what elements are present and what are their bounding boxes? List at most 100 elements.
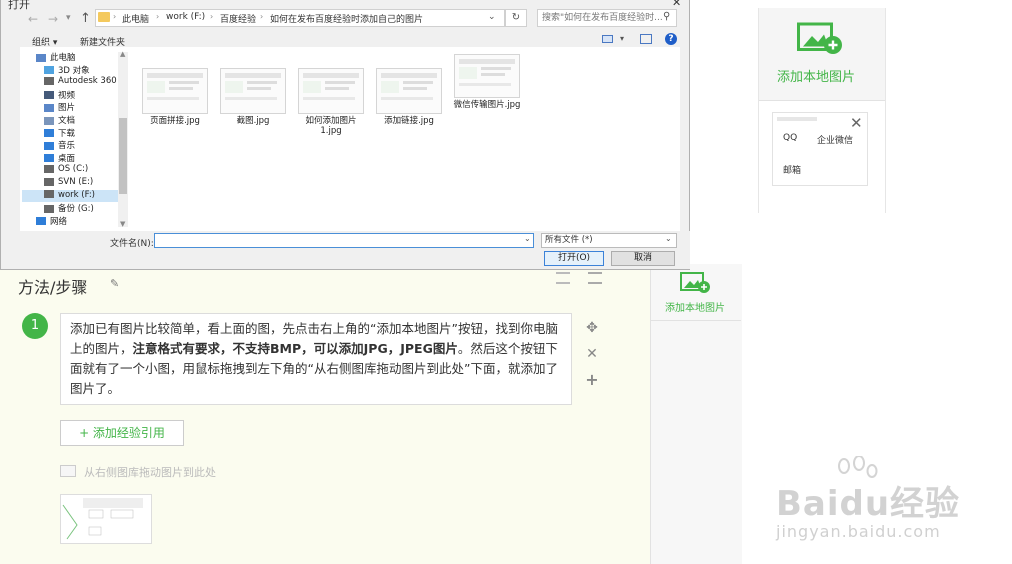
tree-item-label: 下载 xyxy=(58,128,76,139)
tree-item-label: Autodesk 360 xyxy=(58,76,117,87)
filename-input[interactable] xyxy=(154,233,534,248)
add-step-icon[interactable]: + xyxy=(584,370,600,389)
thumbnail-preview-icon xyxy=(62,498,143,540)
search-icon[interactable]: ⚲ xyxy=(663,11,670,22)
file-name: 添加链接.jpg xyxy=(384,116,434,126)
tree-item[interactable]: 备份 (G:) xyxy=(22,202,118,214)
scroll-up-icon[interactable]: ▲ xyxy=(120,50,125,58)
network-icon xyxy=(36,217,46,226)
delete-icon[interactable]: ✕ xyxy=(584,346,600,362)
breadcrumb-separator: › xyxy=(210,12,214,21)
tree-item-label: 文档 xyxy=(58,116,76,126)
tree-item[interactable]: OS (C:) xyxy=(22,164,118,176)
pencil-icon[interactable]: ✎ xyxy=(110,277,119,290)
view-options-icon[interactable] xyxy=(602,35,613,43)
file-item[interactable]: 截图.jpg xyxy=(218,68,288,126)
close-icon[interactable]: ✕ xyxy=(672,0,681,9)
chevron-down-icon[interactable]: ⌄ xyxy=(665,234,672,243)
tree-item-label: SVN (E:) xyxy=(58,177,94,187)
folder-icon xyxy=(98,12,110,22)
chevron-down-icon[interactable]: ▾ xyxy=(66,13,71,23)
back-arrow-icon[interactable]: ← xyxy=(28,12,38,26)
file-item[interactable]: 微信传输图片.jpg xyxy=(452,54,522,110)
tree-item[interactable]: 文档 xyxy=(22,114,118,126)
picture-icon xyxy=(44,103,54,112)
help-icon[interactable]: ? xyxy=(665,33,677,45)
tree-item-label: 备份 (G:) xyxy=(58,204,94,215)
list-icon[interactable] xyxy=(556,272,570,284)
chevron-down-icon[interactable]: ⌄ xyxy=(524,234,531,243)
step-text-box[interactable]: 添加已有图片比较简单，看上面的图，先点击右上角的“添加本地图片”按钮，找到你电脑… xyxy=(60,313,572,405)
file-name: 页面拼接.jpg xyxy=(150,116,200,126)
tree-item[interactable]: 桌面 xyxy=(22,152,118,164)
scroll-down-icon[interactable]: ▼ xyxy=(120,220,125,228)
search-input[interactable]: 搜索"如何在发布百度经验时... xyxy=(537,9,677,27)
step-text-bold: 注意格式有要求，不支持BMP，可以添加JPG，JPEG图片 xyxy=(132,341,458,356)
watermark-text: Baidu经验 xyxy=(776,484,961,524)
computer-icon xyxy=(36,53,46,62)
breadcrumb-separator: › xyxy=(113,12,117,21)
up-arrow-icon[interactable]: ↑ xyxy=(80,11,91,26)
add-image-icon[interactable] xyxy=(680,272,712,297)
document-icon xyxy=(44,116,54,125)
chevron-down-icon[interactable]: ▾ xyxy=(620,34,624,43)
breadcrumb-separator: › xyxy=(260,12,264,21)
tree-item[interactable]: 下载 xyxy=(22,127,118,139)
add-local-image-button[interactable]: 添加本地图片 xyxy=(665,299,725,314)
file-item[interactable]: 如何添加图片1.jpg xyxy=(296,68,366,136)
image-file-icon xyxy=(298,68,364,114)
divider xyxy=(759,100,885,101)
download-icon xyxy=(44,129,54,138)
close-icon[interactable]: ✕ xyxy=(850,114,863,132)
filetype-select[interactable]: 所有文件 (*) xyxy=(541,233,677,248)
file-name: 微信传输图片.jpg xyxy=(453,100,521,110)
tree-item[interactable]: 3D 对象 xyxy=(22,64,118,76)
menu-icon[interactable] xyxy=(588,272,602,284)
tree-item-label: 音乐 xyxy=(58,141,76,152)
tree-item-label: work (F:) xyxy=(58,189,95,200)
add-reference-button[interactable]: + 添加经验引用 xyxy=(60,420,184,446)
breadcrumb-separator: › xyxy=(156,12,160,21)
image-file-icon xyxy=(220,68,286,114)
file-name: 截图.jpg xyxy=(236,116,270,126)
scrollbar-thumb[interactable] xyxy=(119,118,127,194)
breadcrumb-item[interactable]: 如何在发布百度经验时添加自己的图片 xyxy=(270,12,423,25)
tree-item[interactable]: 此电脑 xyxy=(22,51,118,63)
tree-item-label: OS (C:) xyxy=(58,164,89,175)
tree-item[interactable]: SVN (E:) xyxy=(22,177,118,189)
tree-item-label: 图片 xyxy=(58,103,76,114)
refresh-icon[interactable]: ↻ xyxy=(505,9,527,27)
image-file-icon xyxy=(142,68,208,114)
tree-item-label: 此电脑 xyxy=(50,53,76,63)
thumb-mail: 邮箱 xyxy=(783,166,802,176)
forward-arrow-icon[interactable]: → xyxy=(48,12,58,26)
tree-item[interactable]: 图片 xyxy=(22,101,118,113)
tree-item[interactable]: 网络 xyxy=(22,215,118,227)
tree-item-label: 视频 xyxy=(58,90,76,101)
tree-item-label: 3D 对象 xyxy=(58,65,90,76)
tree-item[interactable]: work (F:) xyxy=(22,189,118,202)
preview-pane-icon[interactable] xyxy=(640,34,652,44)
move-icon[interactable]: ✥ xyxy=(584,320,600,336)
watermark-url: jingyan.baidu.com xyxy=(776,522,941,541)
section-title: 方法/步骤 xyxy=(18,278,88,297)
chevron-down-icon[interactable]: ⌄ xyxy=(488,12,496,22)
step-number-badge: 1 xyxy=(22,313,48,339)
drive-icon xyxy=(44,164,54,173)
image-placeholder-icon xyxy=(60,465,76,477)
add-local-image-button[interactable]: 添加本地图片 xyxy=(777,66,855,85)
breadcrumb-item[interactable]: work (F:) xyxy=(166,12,205,22)
tree-item[interactable]: 音乐 xyxy=(22,139,118,151)
file-item[interactable]: 页面拼接.jpg xyxy=(140,68,210,126)
open-button[interactable]: 打开(O) xyxy=(544,251,604,266)
thumb-qq: QQ xyxy=(783,133,798,143)
dropped-image-thumbnail[interactable] xyxy=(60,494,152,544)
add-image-icon[interactable] xyxy=(797,22,845,59)
file-name: 如何添加图片1.jpg xyxy=(305,116,357,136)
tree-item[interactable]: 视频 xyxy=(22,89,118,101)
tree-item[interactable]: Autodesk 360 xyxy=(22,76,118,88)
breadcrumb-item[interactable]: 此电脑 xyxy=(122,12,149,25)
cancel-button[interactable]: 取消 xyxy=(611,251,675,266)
breadcrumb-item[interactable]: 百度经验 xyxy=(220,12,256,25)
file-item[interactable]: 添加链接.jpg xyxy=(374,68,444,126)
